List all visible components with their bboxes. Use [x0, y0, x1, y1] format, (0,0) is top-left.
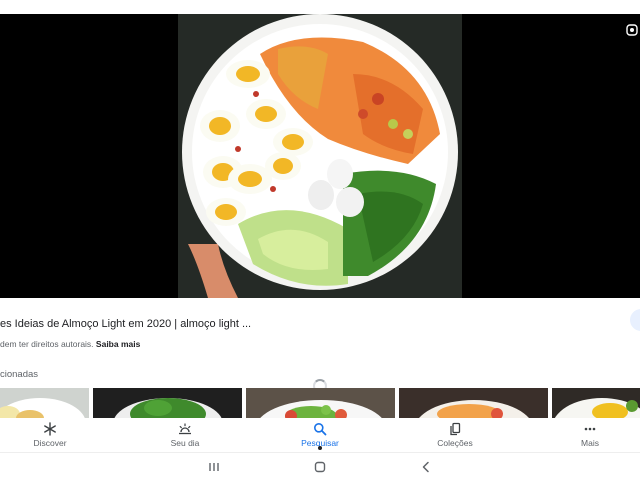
- nav-discover[interactable]: Discover: [5, 422, 95, 448]
- result-title[interactable]: es Ideias de Almoço Light em 2020 | almo…: [0, 318, 620, 330]
- system-nav-bar: [0, 452, 640, 480]
- collections-icon: [450, 422, 461, 436]
- nav-seu-dia[interactable]: Seu dia: [140, 422, 230, 448]
- back-icon[interactable]: [418, 459, 434, 475]
- visit-button[interactable]: [630, 309, 640, 331]
- copyright-text: dem ter direitos autorais.: [0, 339, 94, 349]
- nav-mais[interactable]: Mais: [545, 422, 635, 448]
- salad-plate-image: [178, 14, 462, 298]
- nav-colecoes[interactable]: Coleções: [410, 422, 500, 448]
- nav-pesquisar[interactable]: Pesquisar: [275, 422, 365, 448]
- asterisk-icon: [44, 422, 56, 436]
- related-image[interactable]: [246, 388, 395, 418]
- status-strip: [0, 0, 640, 14]
- related-images: [0, 388, 640, 418]
- search-icon: [314, 423, 327, 436]
- active-indicator: [318, 446, 322, 450]
- related-heading: cionadas: [0, 369, 39, 380]
- home-icon[interactable]: [312, 459, 328, 475]
- image-viewer[interactable]: [0, 14, 640, 298]
- nav-label: Seu dia: [170, 438, 200, 448]
- related-image[interactable]: [399, 388, 548, 418]
- nav-label: Mais: [581, 438, 599, 448]
- nav-label: Coleções: [437, 438, 473, 448]
- related-image[interactable]: [93, 388, 242, 418]
- recents-icon[interactable]: [206, 459, 222, 475]
- copyright-caption: dem ter direitos autorais. Saiba mais: [0, 339, 140, 349]
- lens-icon[interactable]: [626, 24, 638, 36]
- related-image[interactable]: [552, 388, 640, 418]
- related-image[interactable]: [0, 388, 89, 418]
- result-image[interactable]: [178, 14, 462, 298]
- more-dots-icon: [584, 427, 596, 431]
- learn-more-link[interactable]: Saiba mais: [96, 339, 140, 349]
- nav-label: Discover: [33, 438, 67, 448]
- sun-icon: [179, 423, 191, 435]
